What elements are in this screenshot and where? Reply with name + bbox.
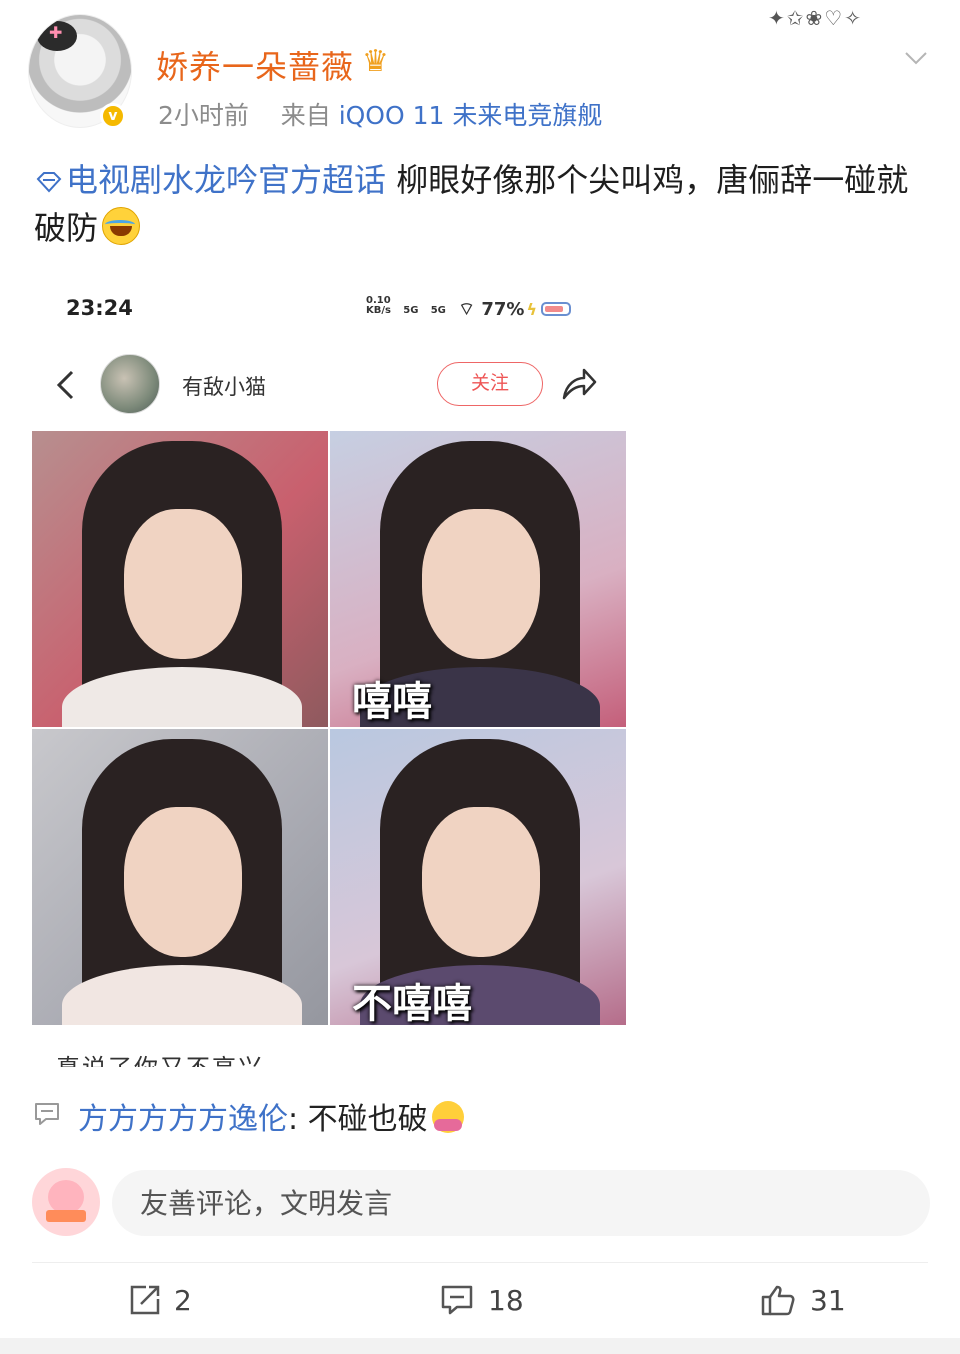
photo-bottom-left (32, 729, 328, 1025)
chevron-down-icon[interactable] (904, 46, 928, 70)
inner-follow-button: 关注 (437, 362, 543, 406)
inner-user-avatar (100, 354, 160, 414)
source-prefix: 来自 (280, 101, 331, 130)
signal-5g-icon-2: 5G (430, 305, 446, 316)
comments-count: 18 (488, 1284, 524, 1317)
inner-username: 有敌小猫 (182, 375, 266, 399)
post-image[interactable]: 23:24 0.10 KB/s 5G 5G ⌔ 77% ϟ 有敌小猫 关注 嘻嘻 不… (32, 282, 626, 1067)
meme-photo-grid: 嘻嘻 不嘻嘻 (32, 431, 626, 1025)
my-avatar[interactable] (32, 1168, 100, 1236)
charging-icon: ϟ (526, 300, 538, 319)
cropped-text: 真说了你又不高兴 (56, 1048, 264, 1067)
top-comment[interactable]: 方方方方方逸伦: 不碰也破 (78, 1094, 464, 1138)
caption-top: 嘻嘻 (352, 679, 432, 725)
status-bar-icons: 0.10 KB/s 5G 5G ⌔ 77% ϟ (366, 295, 572, 321)
comment-bubble-icon (35, 1103, 59, 1125)
device-link[interactable]: iQOO 11 未来电竞旗舰 (339, 101, 603, 130)
signal-5g-icon: 5G (403, 305, 419, 316)
post-body: 电视剧水龙吟官方超话 柳眼好像那个尖叫鸡，唐俪辞一碰就破防 (34, 156, 934, 252)
divider (32, 1262, 928, 1263)
caption-bottom: 不嘻嘻 (352, 981, 472, 1025)
crown-icon: ♛ (362, 44, 389, 79)
like-count: 31 (810, 1284, 846, 1317)
network-speed: 0.10 KB/s (366, 295, 391, 316)
comment-input[interactable] (112, 1170, 930, 1236)
post-time: 2小时前 (158, 101, 249, 130)
battery-percent: 77% (481, 299, 525, 320)
super-topic-link[interactable]: 电视剧水龙吟官方超话 (66, 161, 386, 199)
back-arrow-icon (56, 370, 74, 400)
decoration-sticker-icon: ✦✩❀♡✧ (768, 6, 863, 30)
photo-top-left (32, 431, 328, 727)
like-button[interactable]: 31 (760, 1282, 850, 1322)
super-topic-icon (36, 172, 62, 193)
wifi-icon: ⌔ (458, 299, 476, 320)
status-time: 23:24 (66, 296, 133, 320)
photo-top-right: 嘻嘻 (330, 431, 626, 727)
repost-button[interactable]: 2 (128, 1282, 208, 1322)
repost-icon (130, 1285, 160, 1315)
thumbs-up-icon (761, 1285, 795, 1316)
bottom-divider (0, 1338, 960, 1354)
comments-button[interactable]: 18 (440, 1282, 530, 1322)
laugh-cry-emoji-icon (102, 207, 141, 245)
comment-author[interactable]: 方方方方方逸伦 (78, 1102, 288, 1137)
post-meta: 2小时前 来自 iQOO 11 未来电竞旗舰 (158, 96, 602, 132)
photo-bottom-right: 不嘻嘻 (330, 729, 626, 1025)
comments-icon (441, 1285, 473, 1315)
share-icon (562, 368, 597, 400)
battery-icon (541, 302, 572, 316)
repost-count: 2 (174, 1284, 192, 1317)
hug-emoji-icon (431, 1101, 464, 1133)
author-username[interactable]: 娇养一朵蔷薇 (156, 42, 354, 88)
comment-text: 不碰也破 (307, 1102, 428, 1137)
verified-badge-icon: v (100, 103, 126, 129)
